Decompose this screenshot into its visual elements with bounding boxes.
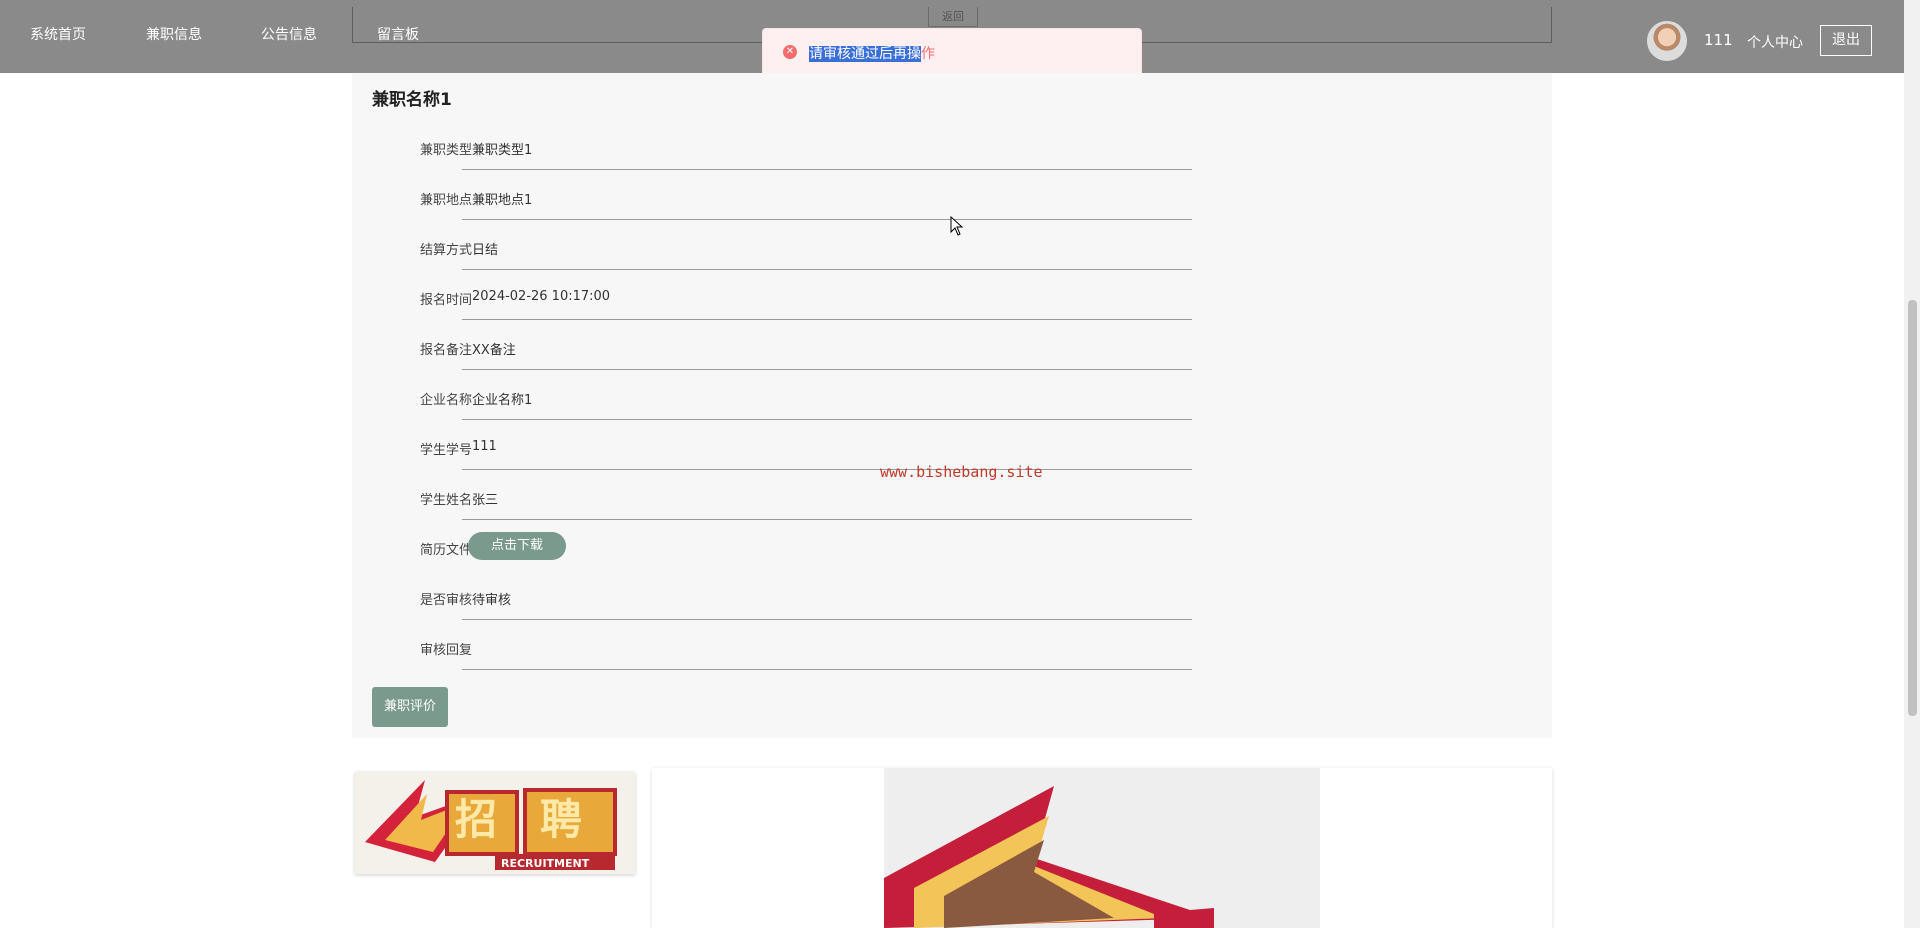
field-value: XX备注 [472, 343, 516, 358]
field-divider [462, 369, 1192, 370]
field-label: 报名备注 [419, 343, 472, 358]
large-star-graphic [884, 786, 1214, 928]
svg-text:聘: 聘 [540, 795, 582, 844]
field-value: 企业名称1 [472, 393, 533, 408]
field-divider [462, 619, 1192, 620]
nav-item-message-board[interactable]: 留言板 [377, 24, 419, 44]
watermark: www.bishebang.site [880, 463, 1043, 481]
field-label: 学生姓名 [419, 493, 472, 508]
vertical-scrollbar[interactable] [1904, 0, 1920, 928]
field-label: 企业名称 [419, 393, 472, 408]
field-value: 兼职地点1 [472, 193, 533, 208]
field-value: 2024-02-26 10:17:00 [472, 289, 611, 304]
logout-button[interactable]: 退出 [1820, 25, 1872, 56]
field-row-signup-time: 报名时间 2024-02-26 10:17:00 [352, 273, 1552, 323]
field-divider [462, 269, 1192, 270]
page-title: 兼职名称1 [372, 90, 452, 110]
field-divider [462, 669, 1192, 670]
field-value: 张三 [472, 493, 499, 508]
field-row-resume: 简历文件 点击下载 [352, 523, 1552, 573]
field-divider [462, 469, 1192, 470]
field-label: 学生学号 [419, 443, 472, 458]
return-button[interactable]: 返回 [928, 7, 978, 27]
field-label: 简历文件 [419, 543, 472, 558]
recruitment-banner-image[interactable]: 招 聘 RECRUITMENT [355, 772, 635, 874]
svg-text:招: 招 [455, 795, 497, 844]
error-circle-icon: ✕ [783, 45, 797, 59]
large-image-frame [884, 768, 1320, 928]
field-row-review-status: 是否审核 待审核 [352, 573, 1552, 623]
recruitment-star-graphic: 招 聘 RECRUITMENT [365, 780, 617, 870]
field-label: 审核回复 [419, 643, 472, 658]
evaluate-button[interactable]: 兼职评价 [372, 687, 448, 727]
avatar[interactable] [1647, 21, 1687, 61]
toast-message: 请审核通过后再操作 [809, 43, 935, 63]
field-divider [462, 519, 1192, 520]
nav-item-home[interactable]: 系统首页 [30, 24, 86, 44]
field-label: 兼职地点 [419, 193, 472, 208]
field-row-review-reply: 审核回复 [352, 623, 1552, 673]
field-divider [462, 419, 1192, 420]
field-divider [462, 319, 1192, 320]
download-resume-button[interactable]: 点击下载 [468, 532, 566, 560]
field-label: 是否审核 [419, 593, 472, 608]
field-value: 日结 [472, 243, 499, 258]
scrollbar-thumb[interactable] [1908, 300, 1917, 716]
field-divider [462, 169, 1192, 170]
username: 111 [1704, 31, 1733, 49]
field-value: 111 [472, 439, 497, 454]
field-row-remark: 报名备注 XX备注 [352, 323, 1552, 373]
mouse-cursor-icon [950, 216, 964, 236]
field-label: 结算方式 [419, 243, 472, 258]
field-divider [462, 219, 1192, 220]
field-value: 兼职类型1 [472, 143, 533, 158]
error-toast: ✕ 请审核通过后再操作 [762, 28, 1142, 74]
field-value: 待审核 [472, 593, 512, 608]
detail-panel: 兼职名称1 兼职类型 兼职类型1 兼职地点 兼职地点1 结算方式 日结 报名时间… [352, 73, 1552, 738]
toast-selected-text: 请审核通过后再操 [809, 46, 921, 62]
recruitment-large-image[interactable] [652, 768, 1552, 928]
toast-rest-text: 作 [921, 46, 935, 62]
nav-item-notice[interactable]: 公告信息 [261, 24, 317, 44]
field-label: 兼职类型 [419, 143, 472, 158]
nav-item-parttime[interactable]: 兼职信息 [146, 24, 202, 44]
field-row-type: 兼职类型 兼职类型1 [352, 123, 1552, 173]
field-label: 报名时间 [419, 293, 472, 308]
field-row-company: 企业名称 企业名称1 [352, 373, 1552, 423]
banner-caption: RECRUITMENT [501, 857, 590, 870]
personal-center-link[interactable]: 个人中心 [1747, 32, 1803, 52]
